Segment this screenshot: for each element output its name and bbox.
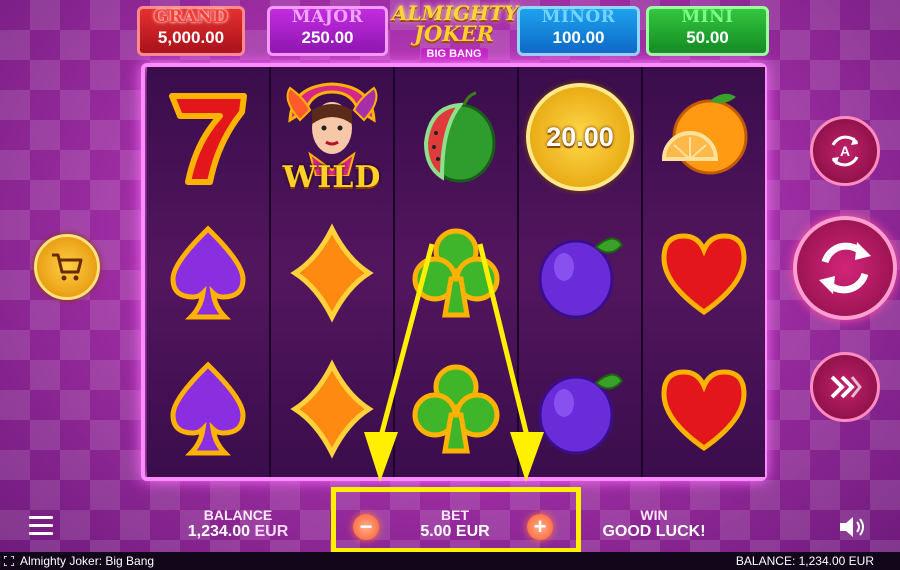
bet-decrease-button[interactable]: − bbox=[353, 514, 379, 540]
balance-currency: EUR bbox=[254, 523, 289, 540]
turbo-button[interactable] bbox=[810, 352, 880, 422]
hamburger-icon bbox=[29, 516, 53, 519]
diamond-icon bbox=[271, 205, 393, 341]
spade-icon bbox=[147, 205, 269, 341]
spade-icon bbox=[147, 341, 269, 477]
logo-line-big-bang: BIG BANG bbox=[420, 48, 488, 61]
win-message: GOOD LUCK! bbox=[602, 523, 706, 540]
jackpot-major-value: 250.00 bbox=[301, 28, 354, 47]
jackpot-major-label: MAJOR bbox=[291, 7, 364, 27]
club-icon bbox=[395, 205, 517, 341]
diamond-icon bbox=[271, 341, 393, 477]
reel-grid: WILD 20.00 bbox=[141, 63, 767, 481]
status-footer: Almighty Joker: Big Bang BALANCE: 1,234.… bbox=[0, 552, 900, 570]
reel-4: 20.00 bbox=[519, 67, 641, 477]
wild-label: WILD bbox=[282, 159, 382, 195]
jackpot-minor-label: MINOR bbox=[541, 7, 616, 27]
bet-display: BET 5.00 EUR bbox=[400, 507, 510, 541]
hamburger-line bbox=[29, 532, 53, 535]
reel-1 bbox=[147, 67, 269, 477]
heart-icon bbox=[643, 341, 765, 477]
jackpot-minor-value: 100.00 bbox=[552, 28, 605, 47]
balance-amount: 1,234.00 bbox=[187, 523, 251, 540]
balance-label: BALANCE bbox=[203, 507, 273, 523]
menu-button[interactable] bbox=[29, 516, 53, 536]
jackpot-grand-value: 5,000.00 bbox=[157, 28, 225, 47]
reel-2: WILD bbox=[271, 67, 393, 477]
svg-text:A: A bbox=[840, 143, 850, 159]
reel-3 bbox=[395, 67, 517, 477]
spin-icon bbox=[819, 242, 871, 294]
bet-increase-button[interactable]: + bbox=[527, 514, 553, 540]
cart-icon bbox=[52, 253, 83, 281]
footer-balance: BALANCE: 1,234.00 EUR bbox=[735, 554, 874, 568]
win-label: WIN bbox=[640, 507, 668, 523]
watermelon-icon bbox=[395, 69, 517, 205]
jackpot-mini-label: MINI bbox=[681, 7, 734, 27]
jackpot-grand-label: GRAND bbox=[153, 7, 229, 27]
coin-icon: 20.00 bbox=[519, 69, 641, 205]
hamburger-line bbox=[29, 524, 53, 527]
plum-icon bbox=[519, 205, 641, 341]
jackpot-mini-value: 50.00 bbox=[686, 28, 729, 47]
jackpot-mini: MINI 50.00 bbox=[646, 6, 769, 56]
jackpot-grand: GRAND 5,000.00 bbox=[137, 6, 245, 56]
speaker-icon bbox=[840, 517, 864, 537]
orange-icon bbox=[643, 69, 765, 205]
autoplay-button[interactable]: A bbox=[810, 116, 880, 186]
seven-icon bbox=[147, 69, 269, 205]
autoplay-icon: A bbox=[831, 135, 859, 167]
jackpot-minor: MINOR 100.00 bbox=[517, 6, 640, 56]
logo-line-joker: JOKER bbox=[414, 21, 494, 46]
club-icon bbox=[395, 341, 517, 477]
plum-icon bbox=[519, 341, 641, 477]
sound-button[interactable] bbox=[838, 515, 866, 539]
fast-forward-icon bbox=[830, 375, 862, 399]
game-logo: ALMIGHTY JOKER BIG BANG bbox=[392, 2, 518, 64]
bet-amount: 5.00 EUR bbox=[420, 523, 490, 540]
wild-joker-icon: WILD bbox=[271, 69, 393, 205]
fullscreen-icon[interactable] bbox=[4, 556, 14, 566]
buy-feature-button[interactable] bbox=[34, 234, 100, 300]
spin-button[interactable] bbox=[793, 216, 897, 320]
footer-game-title: Almighty Joker: Big Bang bbox=[20, 554, 155, 568]
bet-label: BET bbox=[441, 507, 469, 523]
reel-5 bbox=[643, 67, 765, 477]
win-display: WIN GOOD LUCK! bbox=[594, 507, 714, 541]
heart-icon bbox=[643, 205, 765, 341]
jackpot-major: MAJOR 250.00 bbox=[267, 6, 388, 56]
coin-value: 20.00 bbox=[546, 121, 614, 152]
balance-display: BALANCE 1,234.00 EUR bbox=[178, 507, 298, 541]
